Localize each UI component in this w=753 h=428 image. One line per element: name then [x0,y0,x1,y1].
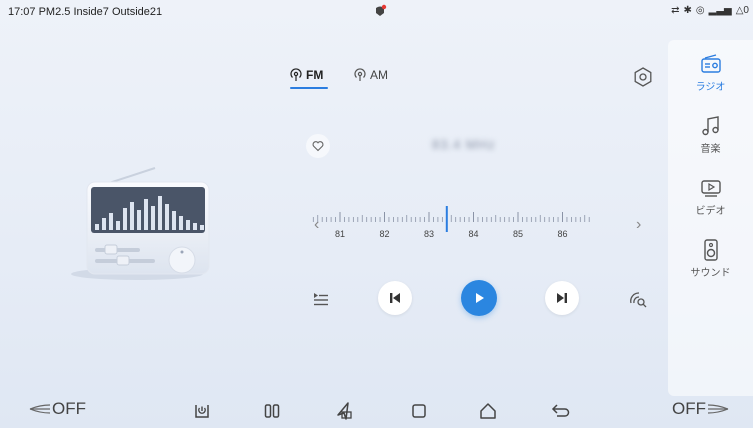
home-icon[interactable] [478,401,498,421]
tab-am-label: AM [370,68,388,82]
sidebar-item-label: ビデオ [695,206,726,217]
tab-active-indicator [290,87,328,89]
favorite-button[interactable] [306,134,330,158]
fan-wind-icon [29,404,51,414]
station-list-icon[interactable] [312,290,330,308]
bottom-bar: OFF OFF [0,396,753,428]
sidebar-item-label: サウンド [690,268,731,279]
frequency-dial[interactable]: 81 82 83 84 85 86 [310,204,650,254]
status-icons: ⇄ ✱ ◎ ▂▃▅ △0 [671,5,749,16]
broadcast-icon [354,68,366,81]
dial-label: 82 [379,229,389,239]
dial-label: 85 [513,229,523,239]
dial-label: 84 [468,229,478,239]
signal-icon: ▂▃▅ [708,5,732,16]
usb-icon: ⇄ [671,5,680,16]
previous-station-button[interactable] [378,281,412,315]
skip-previous-icon [390,293,400,303]
radio-illustration [71,167,210,280]
scan-icon[interactable] [628,289,648,309]
music-note-icon [701,116,719,136]
dial-label: 86 [557,229,567,239]
skip-next-icon [557,293,567,303]
clock: 17:07 [8,6,36,18]
location-icon: ◎ [695,5,705,16]
tab-fm-label: FM [306,68,324,82]
fan-wind-icon [707,404,729,414]
radio-icon [700,54,721,73]
warning-label: △0 [735,5,749,16]
split-screen-icon[interactable] [263,402,281,420]
recent-apps-icon[interactable] [410,402,428,420]
broadcast-icon [290,68,302,81]
air-quality: PM2.5 Inside7 Outside21 [38,6,163,18]
sidebar-item-music[interactable]: 音楽 [668,114,753,170]
dial-label: 83 [424,229,434,239]
sidebar-item-label: 音楽 [700,144,721,155]
right-fan-button[interactable]: OFF [672,399,730,419]
left-fan-button[interactable]: OFF [28,399,86,419]
station-frequency: 83.4 MHz [432,137,496,152]
settings-icon[interactable] [632,66,654,88]
tab-fm[interactable]: FM [289,68,323,82]
status-bar: 17:07 PM2.5 Inside7 Outside21 ⇄ ✱ ◎ ▂▃▅ … [0,0,753,26]
back-icon[interactable] [551,402,571,420]
sidebar-item-video[interactable]: ビデオ [668,176,753,232]
tab-am[interactable]: AM [353,68,388,82]
navigation-icon[interactable] [334,401,354,421]
left-fan-label: OFF [52,399,86,418]
status-left: 17:07 PM2.5 Inside7 Outside21 [8,6,162,18]
play-icon [476,293,484,303]
sidebar: ラジオ 音楽 ビデオ サウンド [668,40,753,396]
sidebar-item-radio[interactable]: ラジオ [668,52,753,108]
dial-label: 81 [335,229,345,239]
sidebar-item-label: ラジオ [695,82,726,93]
notification-icon [376,4,387,16]
heart-icon [312,141,324,152]
next-station-button[interactable] [545,281,579,315]
play-button[interactable] [461,280,497,316]
video-icon [700,180,721,197]
speaker-icon [703,239,718,261]
bluetooth-icon: ✱ [683,5,692,16]
car-mode-icon[interactable] [193,402,211,420]
right-fan-label: OFF [672,399,706,418]
radio-main: FM AM 83.4 MHz ‹ › 81 82 83 84 85 86 [0,26,668,396]
sidebar-item-sound[interactable]: サウンド [668,238,753,294]
